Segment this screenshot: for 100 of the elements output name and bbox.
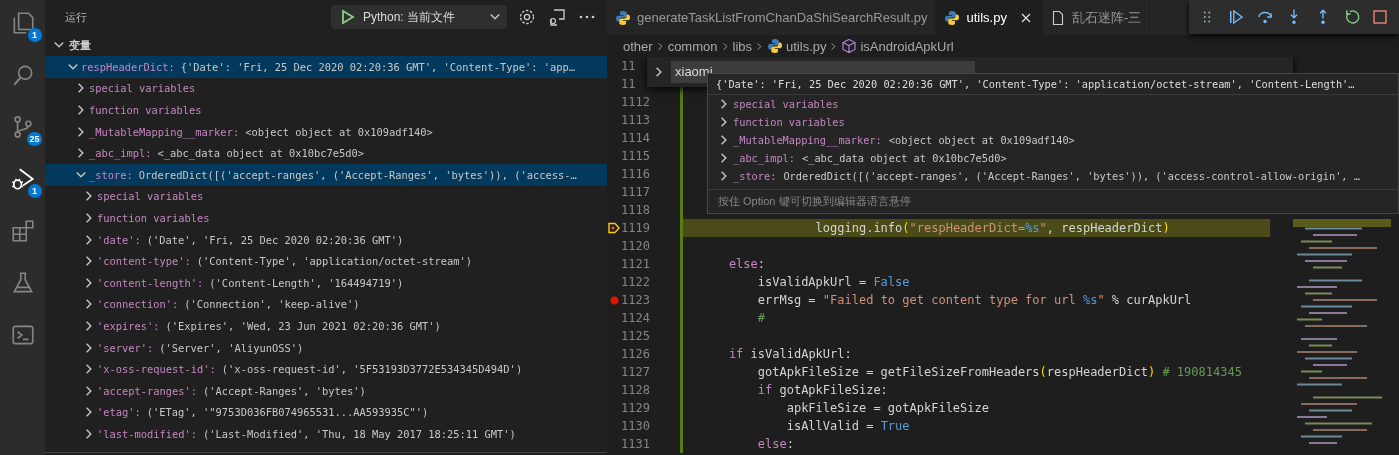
variable-row[interactable]: 'server': ('Server', 'AliyunOSS') — [45, 336, 607, 359]
variable-value: ('Accept-Ranges', 'bytes') — [203, 384, 366, 397]
line-number: 1114 — [621, 131, 650, 145]
variable-value: OrderedDict([('accept-ranges', ('Accept-Ranges', 'bytes')), ('access-… — [138, 168, 577, 181]
settings-icon[interactable] — [517, 7, 537, 27]
variable-row[interactable]: respHeaderDict: {'Date': 'Fri, 25 Dec 2020 02:20:36 GMT', 'Content-Type': 'app… — [45, 56, 607, 78]
variable-name: special variables — [733, 98, 839, 110]
line-number: 1113 — [621, 113, 650, 127]
section-title[interactable]: 变量 — [69, 37, 91, 53]
variable-value: OrderedDict([('accept-ranges', ('Accept-Ranges', 'bytes')), ('access-control-allow-origin', … — [783, 170, 1360, 182]
variable-row[interactable]: 'accept-ranges': ('Accept-Ranges', 'bytes') — [45, 379, 607, 402]
code-line: else: — [680, 255, 1270, 273]
variable-name: 'etag': — [97, 406, 141, 419]
variable-value: <_abc_data object at 0x10bc7e5d0> — [802, 152, 1007, 164]
variable-row[interactable]: 'expires': ('Expires', 'Wed, 23 Jun 2021 02:20:36 GMT') — [45, 315, 607, 337]
variable-row[interactable]: 'etag': ('ETag', '"9753D036FB074965531...AA593935C"') — [45, 401, 607, 424]
variable-row[interactable]: 'connection': ('Connection', 'keep-alive') — [45, 293, 607, 316]
stop-icon[interactable] — [1371, 8, 1390, 26]
variable-value: ('x-oss-request-id', '5F53193D3772E534345D494D') — [221, 363, 523, 376]
variable-row[interactable]: _abc_impl: <_abc_data object at 0x10bc7e5d0> — [45, 142, 607, 164]
variable-name: 'date': — [97, 233, 141, 246]
line-number: 11 — [621, 59, 636, 73]
variable-value: ('Connection', 'keep-alive') — [184, 298, 360, 311]
variable-value: ('Expires', 'Wed, 23 Jun 2021 02:20:36 GMT') — [165, 319, 441, 332]
line-number: 1121 — [621, 257, 650, 271]
code-line: isValidApkUrl = False — [680, 273, 1270, 291]
variable-name: _abc_impl: — [89, 147, 152, 160]
line-number: 1130 — [621, 419, 650, 433]
variable-row[interactable]: special variables — [45, 185, 607, 208]
variable-row[interactable]: _store: OrderedDict([('accept-ranges', ('Accept-Ranges', 'bytes')), ('access-… — [45, 163, 607, 186]
python-icon — [767, 38, 783, 54]
variable-name: function variables — [733, 116, 845, 128]
variable-name: _store: — [89, 168, 133, 181]
chevron-icon — [755, 41, 764, 51]
variable-value: ('Server', 'AliyunOSS') — [159, 341, 304, 354]
variable-name: function variables — [97, 211, 210, 224]
breakpoint-icon[interactable] — [609, 295, 619, 305]
variable-row[interactable]: _MutableMapping__marker: <object object at 0x109adf140> — [45, 120, 607, 143]
variable-name: _MutableMapping__marker: — [733, 134, 882, 146]
variable-name: 'last-modified': — [97, 427, 198, 440]
breadcrumb-item[interactable]: utils.py — [786, 38, 827, 54]
variable-name: 'content-length': — [97, 276, 204, 289]
variable-name: special variables — [89, 82, 196, 95]
variable-row[interactable]: special variables — [45, 77, 607, 100]
count-badge: 1 — [27, 184, 42, 198]
variable-name: 'connection': — [97, 298, 179, 311]
line-number: 1129 — [621, 401, 650, 415]
variable-value: <_abc_data object at 0x10bc7e5d0> — [157, 147, 364, 160]
variable-row[interactable]: 'date': ('Date', 'Fri, 25 Dec 2020 02:20:36 GMT') — [45, 228, 607, 251]
chevron-icon — [829, 41, 839, 51]
cube-icon — [841, 38, 858, 54]
count-badge: 25 — [27, 132, 42, 146]
variable-name: _MutableMapping__marker: — [89, 125, 240, 138]
line-number: 1126 — [621, 347, 650, 361]
code-line: # — [680, 309, 1270, 327]
variable-name: function variables — [89, 104, 202, 116]
variable-row[interactable]: 'content-type': ('Content-Type', 'application/octet-stream') — [45, 250, 607, 272]
code-line: gotApkFileSize = getFileSizeFromHeaders(respHeaderDict) # 190814345 — [680, 363, 1270, 381]
hover-value: {'Date': 'Fri, 25 Dec 2020 02:20:36 GMT', 'Content-Type': 'application/octet-stream', 'Content-Length'… — [708, 74, 1398, 95]
breadcrumb-item[interactable]: common — [667, 38, 718, 54]
line-number: 1120 — [621, 239, 650, 253]
code-line: if isValidApkUrl: — [680, 345, 1270, 363]
line-number: 1128 — [621, 383, 650, 397]
breadcrumb-item[interactable]: other — [623, 38, 653, 54]
variable-row[interactable]: 'last-modified': ('Last-Modified', 'Thu, 18 May 2017 18:25:11 GMT') — [45, 423, 607, 445]
variable-row[interactable]: function variables — [45, 207, 607, 229]
line-number: 1117 — [621, 185, 650, 199]
editor-tab[interactable]: 乱石迷阵-三 — [1041, 0, 1151, 35]
variable-value: ('Content-Type', 'application/octet-stream') — [196, 255, 473, 268]
debug-console-icon[interactable] — [547, 7, 567, 27]
variable-value: <object object at 0x109adf140> — [888, 134, 1075, 146]
line-number: 1124 — [621, 311, 650, 325]
run-config-dropdown[interactable]: Python: 当前文件 — [331, 5, 507, 29]
code-line: apkFileSize = gotApkFileSize — [680, 399, 1270, 417]
breadcrumb-item[interactable]: libs — [732, 38, 752, 54]
variable-row[interactable]: 'x-oss-request-id': ('x-oss-request-id', '5F53193D3772E534345D494D') — [45, 358, 607, 380]
variable-name: respHeaderDict: — [81, 60, 175, 73]
variable-name: _store: — [733, 170, 777, 182]
code-line: errMsg = "Failed to get content type for url %s" % curApkUrl — [680, 291, 1270, 309]
variable-value: ('ETag', '"9753D036FB074965531...AA593935C"') — [146, 406, 429, 419]
python-icon — [944, 9, 961, 26]
editor-tab[interactable]: utils.py — [936, 0, 1042, 35]
line-number: 1123 — [621, 293, 650, 307]
variable-value: ('Date', 'Fri, 25 Dec 2020 02:20:36 GMT') — [146, 233, 404, 246]
panel-title: 运行 — [65, 9, 88, 25]
variable-value: {'Date': 'Fri, 25 Dec 2020 02:20:36 GMT', 'Content-Type': 'app… — [180, 60, 575, 73]
variable-name: 'x-oss-request-id': — [97, 363, 216, 376]
line-number: 1115 — [621, 149, 650, 163]
variable-row[interactable]: function variables — [45, 99, 607, 121]
line-number: 1122 — [621, 275, 650, 289]
code-line: isAllValid = True — [680, 417, 1270, 435]
variable-value: ('Content-Length', '164494719') — [209, 276, 404, 289]
line-number: 1127 — [621, 365, 650, 379]
line-number: 1116 — [621, 167, 650, 181]
breadcrumb-item[interactable]: isAndroidApkUrl — [860, 38, 954, 54]
variable-value: ('Last-Modified', 'Thu, 18 May 2017 18:25:11 GMT') — [203, 427, 516, 440]
line-number: 1131 — [621, 437, 650, 451]
line-number: 1118 — [621, 203, 650, 217]
variable-row[interactable]: 'content-length': ('Content-Length', '164494719') — [45, 271, 607, 294]
line-number: 11 — [621, 77, 636, 91]
